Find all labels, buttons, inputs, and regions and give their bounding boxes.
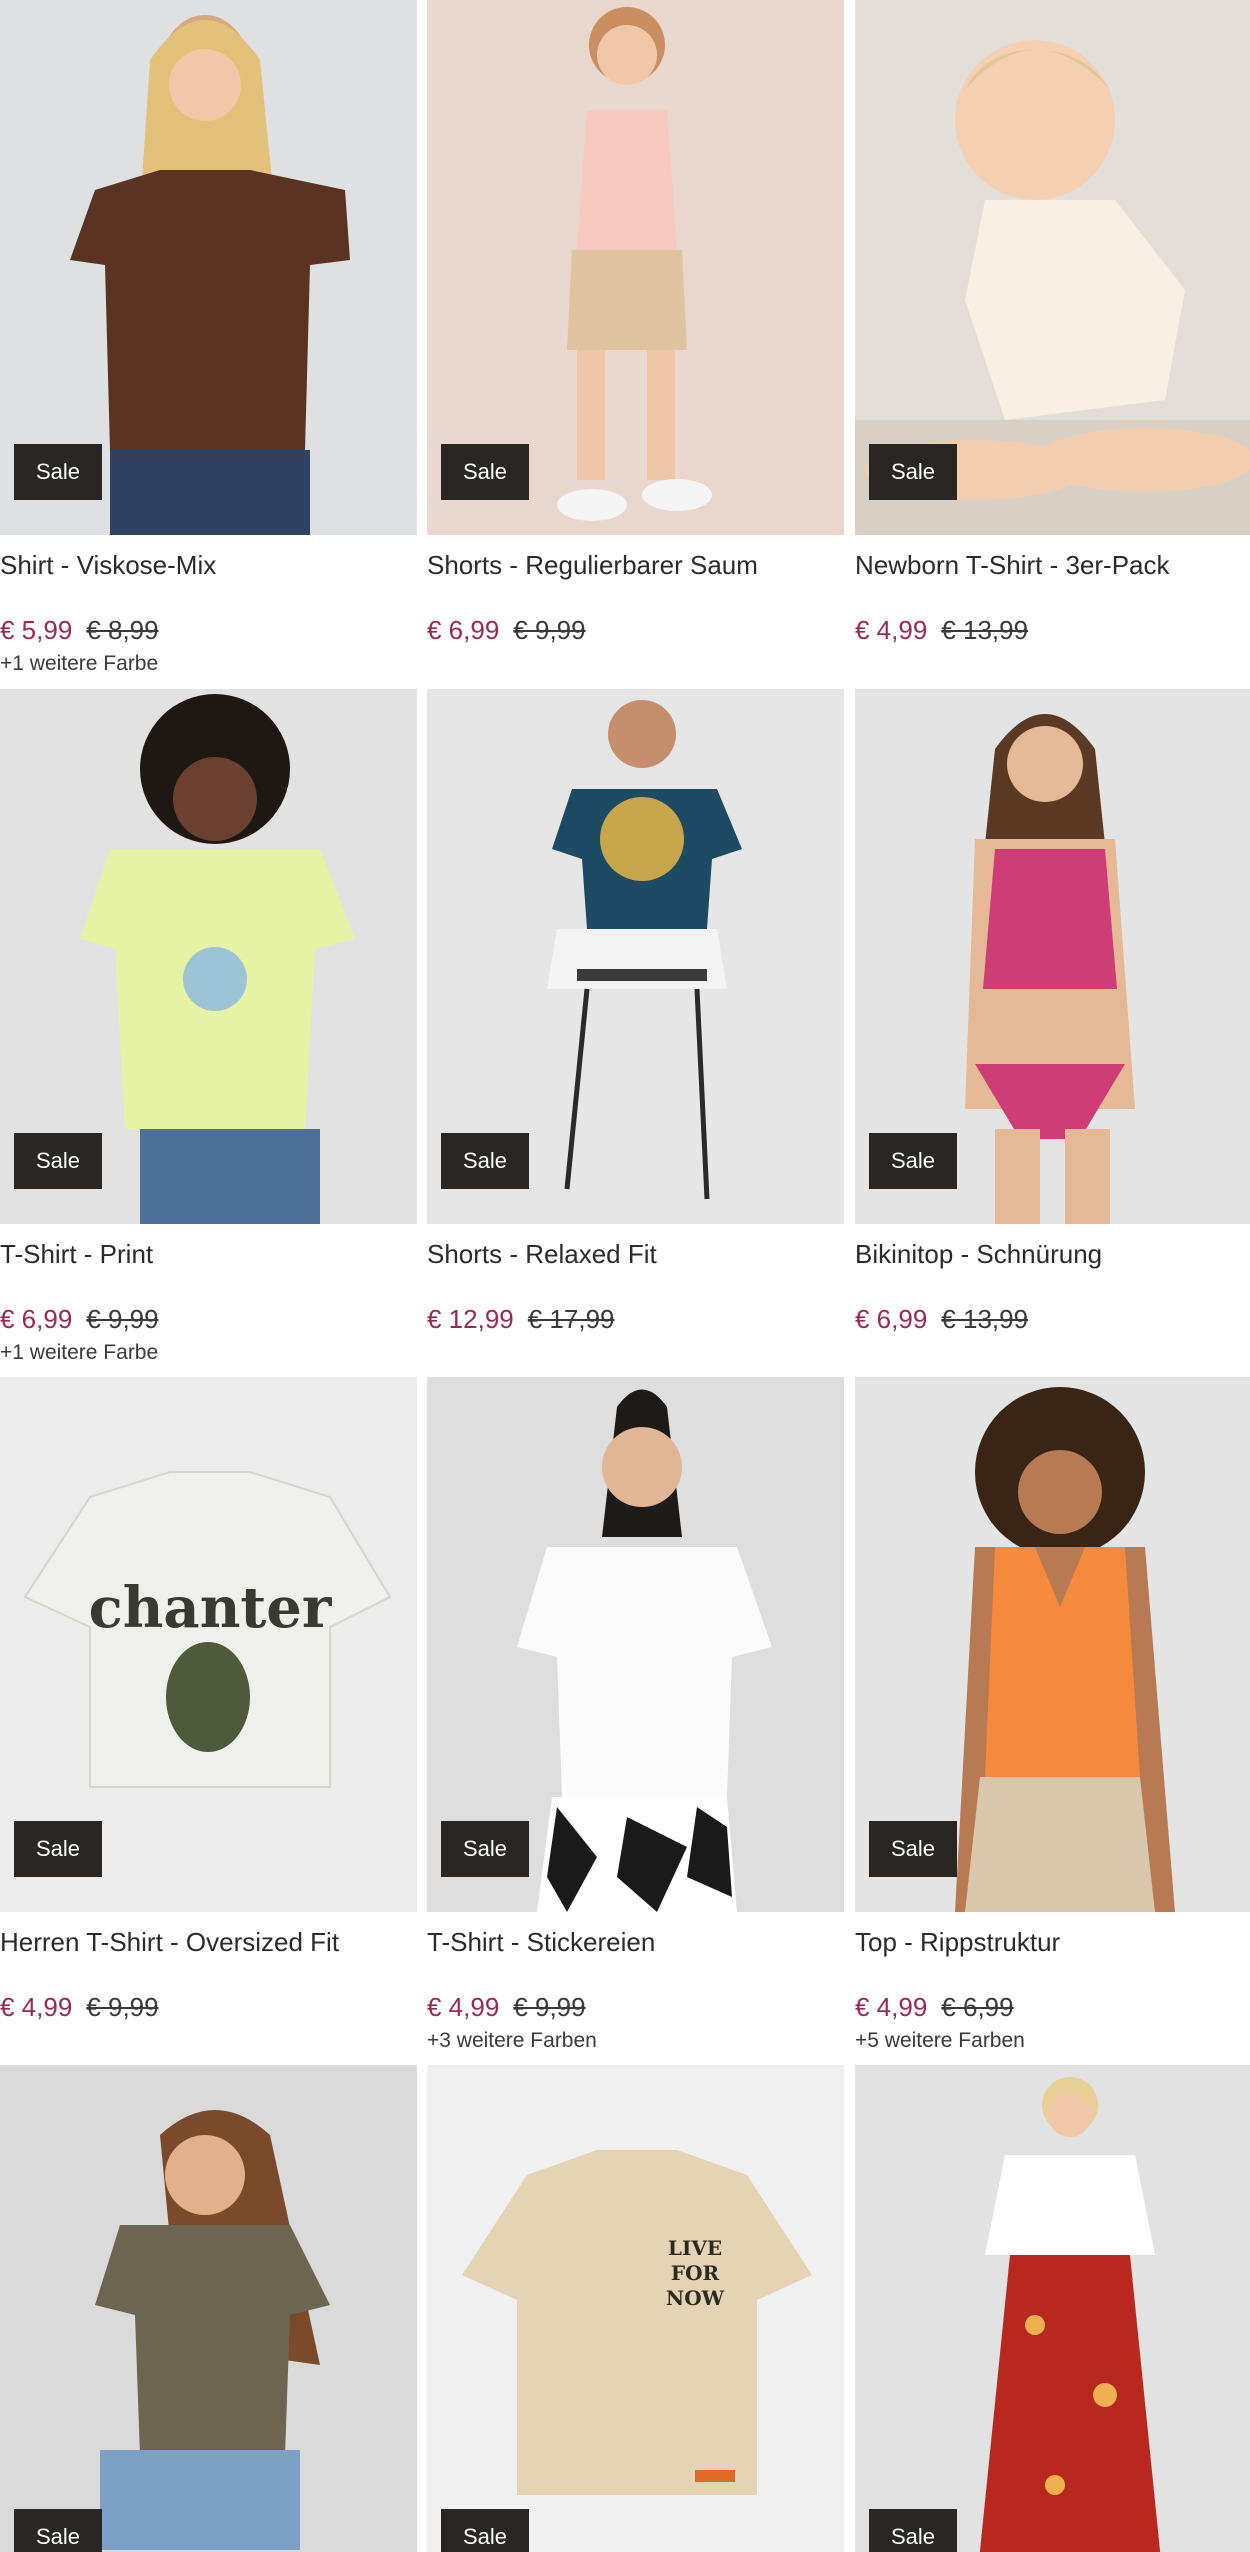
original-price: € 13,99 — [941, 1304, 1029, 1334]
product-title[interactable]: Top - Rippstruktur — [855, 1922, 1250, 1962]
svg-text:FOR: FOR — [671, 2261, 720, 2285]
product-card[interactable]: Sale Bikinitop - Schnürung € 6,99 € 13,99 — [855, 689, 1250, 1367]
more-colors-link[interactable] — [427, 1339, 844, 1367]
product-card[interactable]: LIVE FOR NOW Sale — [427, 2065, 844, 2552]
sale-price: € 4,99 — [855, 1992, 928, 2022]
product-image[interactable]: Sale — [855, 0, 1250, 535]
svg-text:chanter: chanter — [89, 1575, 333, 1641]
product-photo — [855, 2065, 1250, 2552]
more-colors-link[interactable]: +1 weitere Farbe — [0, 650, 417, 678]
original-price: € 17,99 — [527, 1304, 615, 1334]
sale-badge: Sale — [14, 1821, 103, 1877]
sale-badge: Sale — [14, 1133, 103, 1189]
sale-badge: Sale — [869, 1821, 958, 1877]
more-colors-link[interactable] — [0, 2027, 417, 2055]
sale-badge: Sale — [441, 1821, 530, 1877]
product-title[interactable]: Shirt - Viskose-Mix — [0, 545, 417, 585]
sale-price: € 6,99 — [0, 1304, 73, 1334]
svg-text:NOW: NOW — [666, 2286, 725, 2310]
price-row: € 5,99 € 8,99 — [0, 614, 417, 646]
original-price: € 9,99 — [86, 1992, 159, 2022]
price-row: € 6,99 € 9,99 — [427, 614, 844, 646]
product-title[interactable]: Herren T-Shirt - Oversized Fit — [0, 1922, 417, 1962]
product-image[interactable]: Sale — [855, 1377, 1250, 1912]
product-image[interactable]: chanter Sale — [0, 1377, 417, 1912]
sale-badge: Sale — [441, 2509, 530, 2552]
original-price: € 9,99 — [513, 615, 586, 645]
original-price: € 6,99 — [941, 1992, 1014, 2022]
price-row: € 4,99 € 9,99 — [0, 1991, 417, 2023]
more-colors-link[interactable] — [855, 1339, 1250, 1367]
product-card[interactable]: Sale Shorts - Relaxed Fit € 12,99 € 17,99 — [427, 689, 844, 1367]
original-price: € 9,99 — [513, 1992, 586, 2022]
sale-badge: Sale — [869, 2509, 958, 2552]
price-row: € 6,99 € 13,99 — [855, 1303, 1250, 1335]
product-image[interactable]: Sale — [427, 0, 844, 535]
product-card[interactable]: Sale Newborn T-Shirt - 3er-Pack € 4,99 € … — [855, 0, 1250, 678]
product-image[interactable]: LIVE FOR NOW Sale — [427, 2065, 844, 2552]
price-row: € 6,99 € 9,99 — [0, 1303, 417, 1335]
product-photo: LIVE FOR NOW — [427, 2065, 844, 2552]
product-card[interactable]: Sale — [0, 2065, 417, 2552]
product-image[interactable]: Sale — [0, 689, 417, 1224]
price-row: € 4,99 € 13,99 — [855, 614, 1250, 646]
more-colors-link[interactable] — [855, 650, 1250, 678]
sale-price: € 6,99 — [855, 1304, 928, 1334]
more-colors-link[interactable]: +5 weitere Farben — [855, 2027, 1250, 2055]
product-title[interactable]: Newborn T-Shirt - 3er-Pack — [855, 545, 1250, 585]
original-price: € 13,99 — [941, 615, 1029, 645]
product-grid: Sale Shirt - Viskose-Mix € 5,99 € 8,99 +1… — [0, 0, 1250, 2552]
product-card[interactable]: Sale T-Shirt - Stickereien € 4,99 € 9,99 … — [427, 1377, 844, 2055]
product-card[interactable]: Sale Shirt - Viskose-Mix € 5,99 € 8,99 +1… — [0, 0, 417, 678]
sale-price: € 12,99 — [427, 1304, 514, 1334]
more-colors-link[interactable]: +3 weitere Farben — [427, 2027, 844, 2055]
product-card[interactable]: Sale Shorts - Regulierbarer Saum € 6,99 €… — [427, 0, 844, 678]
product-title[interactable]: Bikinitop - Schnürung — [855, 1234, 1250, 1274]
sale-badge: Sale — [14, 444, 103, 500]
product-title[interactable]: T-Shirt - Stickereien — [427, 1922, 844, 1962]
product-card[interactable]: Sale — [855, 2065, 1250, 2552]
product-card[interactable]: Sale Top - Rippstruktur € 4,99 € 6,99 +5 … — [855, 1377, 1250, 2055]
sale-badge: Sale — [441, 1133, 530, 1189]
original-price: € 9,99 — [86, 1304, 159, 1334]
original-price: € 8,99 — [86, 615, 159, 645]
price-row: € 4,99 € 6,99 — [855, 1991, 1250, 2023]
more-colors-link[interactable]: +1 weitere Farbe — [0, 1339, 417, 1367]
sale-price: € 4,99 — [427, 1992, 500, 2022]
product-image[interactable]: Sale — [855, 689, 1250, 1224]
sale-badge: Sale — [869, 444, 958, 500]
sale-price: € 4,99 — [0, 1992, 73, 2022]
more-colors-link[interactable] — [427, 650, 844, 678]
product-title[interactable]: Shorts - Relaxed Fit — [427, 1234, 844, 1274]
product-image[interactable]: Sale — [427, 689, 844, 1224]
product-card[interactable]: chanter Sale Herren T-Shirt - Oversized … — [0, 1377, 417, 2055]
product-image[interactable]: Sale — [0, 2065, 417, 2552]
price-row: € 4,99 € 9,99 — [427, 1991, 844, 2023]
product-title[interactable]: T-Shirt - Print — [0, 1234, 417, 1274]
sale-badge: Sale — [869, 1133, 958, 1189]
product-image[interactable]: Sale — [0, 0, 417, 535]
sale-price: € 4,99 — [855, 615, 928, 645]
product-image[interactable]: Sale — [427, 1377, 844, 1912]
product-title[interactable]: Shorts - Regulierbarer Saum — [427, 545, 844, 585]
sale-badge: Sale — [441, 444, 530, 500]
product-image[interactable]: Sale — [855, 2065, 1250, 2552]
sale-price: € 5,99 — [0, 615, 73, 645]
sale-price: € 6,99 — [427, 615, 500, 645]
svg-text:LIVE: LIVE — [668, 2236, 722, 2260]
price-row: € 12,99 € 17,99 — [427, 1303, 844, 1335]
product-card[interactable]: Sale T-Shirt - Print € 6,99 € 9,99 +1 wei… — [0, 689, 417, 1367]
product-photo — [0, 2065, 417, 2552]
sale-badge: Sale — [14, 2509, 103, 2552]
